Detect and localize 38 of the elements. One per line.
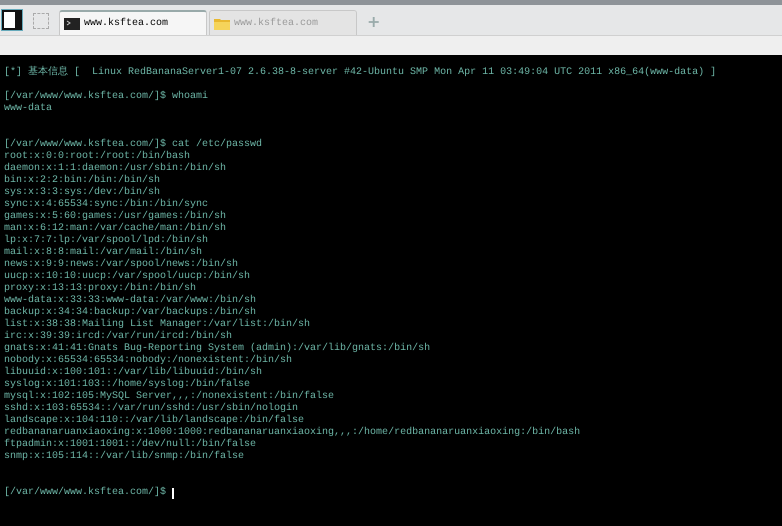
command-prompt: [/var/www/www.ksftea.com/]$ [4,487,166,499]
terminal-output-line: proxy:x:13:13:proxy:/bin:/bin/sh [4,283,198,294]
terminal-output-line: list:x:38:38:Mailing List Manager:/var/list:/bin/sh [4,319,312,330]
terminal-output-line: redbananaruanxiaoxing:x:1000:1000:redbananaruanxiaoxing,,,:/home/redbananaruanxiaoxing:/bin/bash [4,427,582,438]
new-tab-button[interactable]: + [367,13,380,31]
terminal-output-line: ftpadmin:x:1001:1001::/dev/null:/bin/false [4,439,258,450]
terminal-output-line: gnats:x:41:41:Gnats Bug-Reporting System (admin):/var/lib/gnats:/bin/sh [4,343,432,354]
system-info-line: [*] 基本信息 [ Linux RedBananaServer1-07 2.6.38-8-server #42-Ubuntu SMP Mon Apr 11 03:49:04 UTC 2011 x86_64(www-data) ] [4,67,718,79]
terminal-output-line: news:x:9:9:news:/var/spool/news:/bin/sh [4,259,240,270]
tab[interactable]: www.ksftea.com [209,10,357,35]
terminal-output-line: snmp:x:105:114::/var/lib/snmp:/bin/false [4,451,246,463]
terminal-output-line: daemon:x:1:1:daemon:/usr/sbin:/bin/sh [4,163,228,174]
terminal-output-line: lp:x:7:7:lp:/var/spool/lpd:/bin/sh [4,235,210,246]
terminal-output-line: nobody:x:65534:65534:nobody:/nonexistent:/bin/sh [4,355,294,366]
terminal-output-line: irc:x:39:39:ircd:/var/run/ircd:/bin/sh [4,331,234,342]
command-prompt: [/var/www/www.ksftea.com/]$ whoami [4,91,208,102]
terminal-output-line: backup:x:34:34:backup:/var/backups:/bin/sh [4,307,258,318]
terminal-output-line: libuuid:x:100:101::/var/lib/libuuid:/bin/sh [4,367,264,378]
terminal-output-line: www-data:x:33:33:www-data:/var/www:/bin/sh [4,295,258,306]
terminal-output-line: www-data [4,103,54,115]
terminal-output-line: mail:x:8:8:mail:/var/mail:/bin/sh [4,247,204,258]
dotted-square-icon[interactable] [33,13,49,29]
terminal-output-line: sync:x:4:65534:sync:/bin:/bin/sync [4,199,210,210]
terminal-output-line: sys:x:3:3:sys:/dev:/bin/sh [4,187,162,198]
terminal-output-line: games:x:5:60:games:/usr/games:/bin/sh [4,211,228,222]
terminal-output-line: sshd:x:103:65534::/var/run/sshd:/usr/sbin/nologin [4,403,300,414]
terminal-output-line: syslog:x:101:103::/home/syslog:/bin/false [4,379,252,390]
tab[interactable]: www.ksftea.com [59,10,207,35]
terminal-output-line: landscape:x:104:110::/var/lib/landscape:/bin/false [4,415,306,426]
terminal-output-line: mysql:x:102:105:MySQL Server,,,:/nonexistent:/bin/false [4,391,336,402]
terminal-output-line: man:x:6:12:man:/var/cache/man:/bin/sh [4,223,228,234]
terminal-output-line: bin:x:2:2:bin:/bin:/bin/sh [4,175,162,186]
terminal-icon [64,18,80,30]
terminal-output-line: root:x:0:0:root:/root:/bin/bash [4,151,192,162]
panel-toggle-icon[interactable] [2,10,22,30]
command-prompt: [/var/www/www.ksftea.com/]$ cat /etc/passwd [4,139,262,150]
terminal-output-line: uucp:x:10:10:uucp:/var/spool/uucp:/bin/sh [4,271,252,282]
folder-icon [214,16,230,30]
